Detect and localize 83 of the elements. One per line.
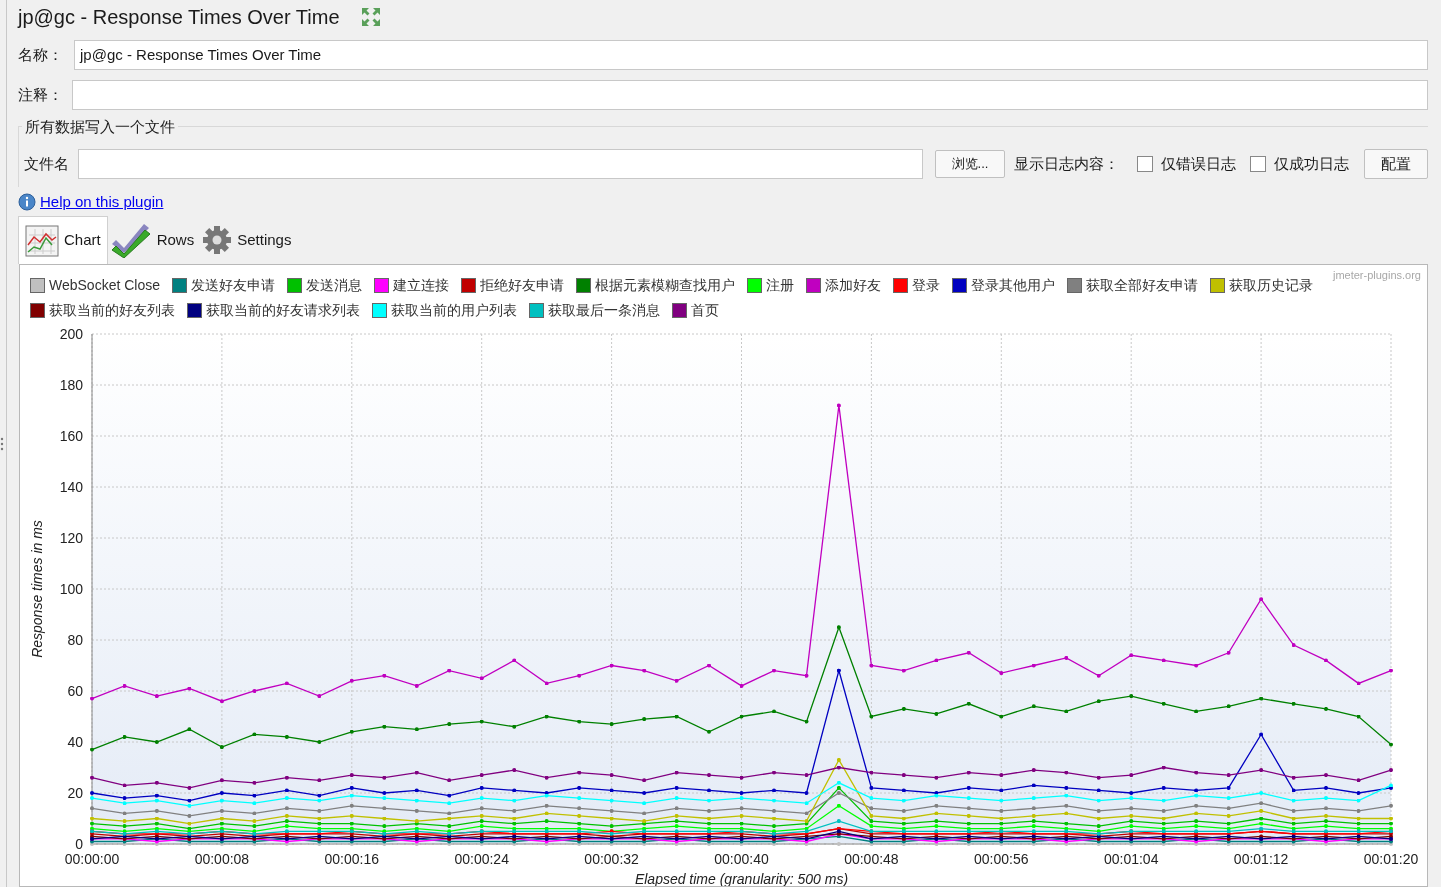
tab[interactable]: Settings xyxy=(198,216,296,264)
y-tick-label: 60 xyxy=(67,683,83,699)
splitter-grip-icon[interactable] xyxy=(0,435,4,452)
x-tick-label: 00:01:04 xyxy=(1103,851,1159,867)
help-link[interactable]: Help on this plugin xyxy=(40,191,164,214)
y-tick-label: 160 xyxy=(59,428,83,444)
checkbox-label[interactable]: 仅错误日志 xyxy=(1161,152,1236,176)
x-tick-label: 00:00:40 xyxy=(714,851,769,867)
legend-label: 根据元素模糊查找用户 xyxy=(595,275,735,295)
x-tick-label: 00:01:12 xyxy=(1233,851,1289,867)
window-title: jp@gc - Response Times Over Time xyxy=(18,5,340,31)
comment-label: 注释： xyxy=(18,84,64,105)
legend-swatch xyxy=(529,302,544,318)
checkbox-label[interactable]: 仅成功日志 xyxy=(1274,152,1349,176)
x-tick-label: 00:00:00 xyxy=(64,851,120,867)
y-tick-label: 180 xyxy=(59,377,83,393)
y-tick-label: 20 xyxy=(67,785,83,801)
legend-swatch xyxy=(893,277,908,293)
browse-button[interactable]: 浏览... xyxy=(935,150,1005,179)
legend-swatch xyxy=(187,302,202,318)
checkbox[interactable] xyxy=(1137,156,1153,173)
x-tick-label: 00:00:16 xyxy=(324,851,380,867)
legend-label: 注册 xyxy=(766,275,794,295)
line-chart-icon xyxy=(25,224,59,257)
legend-swatch xyxy=(576,277,591,293)
legend-label: 获取全部好友申请 xyxy=(1086,275,1198,295)
y-axis-title: Response times in ms xyxy=(29,520,45,658)
tab[interactable]: Chart xyxy=(18,216,108,264)
file-name-label: 文件名 xyxy=(24,153,70,174)
legend-swatch xyxy=(952,277,967,293)
name-label: 名称： xyxy=(18,44,64,65)
legend-label: 获取当前的用户列表 xyxy=(391,300,517,320)
legend-label: 获取当前的好友列表 xyxy=(49,300,175,320)
expand-icon[interactable] xyxy=(359,6,382,29)
legend-label: 添加好友 xyxy=(825,275,881,295)
legend-swatch xyxy=(747,277,762,293)
legend-swatch xyxy=(374,277,389,293)
legend-label: 获取历史记录 xyxy=(1229,275,1313,295)
legend-swatch xyxy=(806,277,821,293)
config-button[interactable]: 配置 xyxy=(1364,149,1428,180)
checkbox[interactable] xyxy=(1250,156,1266,173)
legend-swatch xyxy=(1210,277,1225,293)
legend-swatch xyxy=(172,277,187,293)
x-axis-title: Elapsed time (granularity: 500 ms) xyxy=(634,871,849,886)
legend-label: 建立连接 xyxy=(393,275,449,295)
legend-label: 获取当前的好友请求列表 xyxy=(206,300,360,320)
legend-label: 首页 xyxy=(691,300,719,320)
legend-swatch xyxy=(372,302,387,318)
legend-label: 拒绝好友申请 xyxy=(480,275,564,295)
x-tick-label: 00:01:20 xyxy=(1363,851,1419,867)
x-tick-label: 00:00:24 xyxy=(454,851,509,867)
legend-label: 发送好友申请 xyxy=(191,275,275,295)
y-tick-label: 100 xyxy=(59,581,83,597)
legend-label: 登录 xyxy=(912,275,940,295)
legend-swatch xyxy=(461,277,476,293)
legend-label: 发送消息 xyxy=(306,275,362,295)
y-tick-label: 200 xyxy=(59,326,83,342)
gear-icon xyxy=(202,225,233,255)
legend-label: 获取最后一条消息 xyxy=(548,300,660,320)
x-tick-label: 00:00:56 xyxy=(974,851,1029,867)
chart-watermark: jmeter-plugins.org xyxy=(1332,268,1421,283)
legend-label: WebSocket Close xyxy=(49,275,160,295)
log-content-label: 显示日志内容： xyxy=(1014,153,1119,174)
check-mark-icon xyxy=(111,222,152,258)
file-name-field[interactable] xyxy=(78,149,923,180)
y-tick-label: 40 xyxy=(67,734,83,750)
legend-swatch xyxy=(672,302,687,318)
legend-label: 登录其他用户 xyxy=(971,275,1055,295)
legend-swatch xyxy=(30,277,45,293)
legend-swatch xyxy=(1067,277,1082,293)
x-tick-label: 00:00:08 xyxy=(194,851,250,867)
y-tick-label: 80 xyxy=(67,632,83,648)
comment-field[interactable] xyxy=(72,79,1428,110)
legend-swatch xyxy=(287,277,302,293)
y-tick-label: 120 xyxy=(59,530,83,546)
info-icon xyxy=(18,193,36,212)
legend-swatch xyxy=(30,302,45,318)
y-tick-label: 140 xyxy=(59,479,83,495)
y-tick-label: 0 xyxy=(75,836,83,852)
name-field[interactable]: jp@gc - Response Times Over Time xyxy=(74,40,1428,71)
tab[interactable]: Rows xyxy=(107,216,199,264)
x-tick-label: 00:00:32 xyxy=(584,851,639,867)
x-tick-label: 00:00:48 xyxy=(844,851,899,867)
